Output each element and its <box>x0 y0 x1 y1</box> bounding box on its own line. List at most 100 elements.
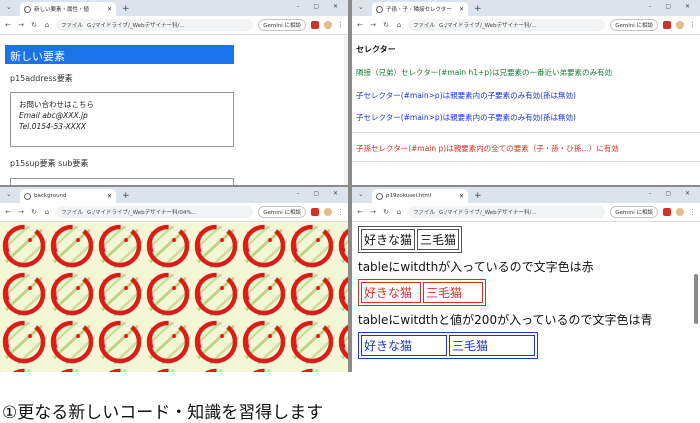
tab-search-icon[interactable]: ⌄ <box>6 3 12 11</box>
globe-icon <box>24 192 31 200</box>
reload-icon[interactable]: ↻ <box>382 21 390 29</box>
tab-close-icon[interactable]: ✕ <box>459 6 464 13</box>
tab-p19zokusei[interactable]: p19zokusei.html ✕ <box>372 189 468 203</box>
menu-icon[interactable]: ⋮ <box>689 21 696 29</box>
cat-avatar-icon[interactable] <box>324 21 332 29</box>
home-icon[interactable]: ⌂ <box>395 208 403 216</box>
table-blue: 好きな猫 三毛猫 <box>358 332 538 359</box>
forward-icon[interactable]: → <box>17 21 25 29</box>
menu-icon[interactable]: ⋮ <box>337 208 344 216</box>
cat-avatar-icon[interactable] <box>324 208 332 216</box>
table-row: 好きな猫 三毛猫 <box>361 335 535 356</box>
tab-close-icon[interactable]: ✕ <box>107 6 112 13</box>
globe-icon <box>24 5 31 13</box>
forward-icon[interactable]: → <box>17 208 25 216</box>
tab-search-icon[interactable]: ⌄ <box>358 3 364 11</box>
forward-icon[interactable]: → <box>369 21 377 29</box>
cat-avatar-icon[interactable] <box>676 208 684 216</box>
table-row: 好きな猫 三毛猫 <box>361 229 460 250</box>
url-text: G:/マイドライブ/_Webデザイナー科/... <box>439 210 537 216</box>
descendant-selector-text: 子孫セレクター(#main p)は親要素内の全ての要素（子・孫・ひ孫…）に有効 <box>352 132 700 162</box>
tab-bar: ⌄ background ✕ + – ▢ ✕ <box>0 187 348 203</box>
table-cell: 好きな猫 <box>361 335 447 356</box>
forward-icon[interactable]: → <box>369 208 377 216</box>
tab-close-icon[interactable]: ✕ <box>107 193 112 200</box>
cat-avatar-icon[interactable] <box>676 21 684 29</box>
tab-close-icon[interactable]: ✕ <box>459 193 464 200</box>
reload-icon[interactable]: ↻ <box>30 21 38 29</box>
address-bar[interactable]: ファイル G:/マイドライブ/_Webデザイナー科/04%... <box>56 206 254 218</box>
tab-search-icon[interactable]: ⌄ <box>6 190 12 198</box>
tab-bar: ⌄ 子孫・子・隣接セレクター ✕ + – ▢ ✕ <box>352 0 700 16</box>
page-content: 好きな猫 三毛猫 tableにwitdthが入っているので文字色は赤 好きな猫 … <box>352 222 700 372</box>
address-bar[interactable]: ファイル G:/マイドライブ/_Webデザイナー科/... <box>56 19 254 31</box>
new-tab-button[interactable]: + <box>474 191 482 201</box>
pdf-extension-icon[interactable] <box>311 21 319 29</box>
reload-icon[interactable]: ↻ <box>30 208 38 216</box>
file-label: ファイル <box>413 210 436 216</box>
page-content: 新しい要素 p15address要素 お問い合わせはこちら Email abc@… <box>0 35 348 185</box>
window-controls[interactable]: – ▢ ✕ <box>648 190 696 197</box>
address-bar[interactable]: ファイル G:/マイドライブ/_Webデザイナー科/... <box>408 206 606 218</box>
scrollbar[interactable] <box>344 35 348 185</box>
tab-selectors[interactable]: 子孫・子・隣接セレクター ✕ <box>372 2 468 16</box>
tab-bar: ⌄ 新しい要素・属性・値 ✕ + – ▢ ✕ <box>0 0 348 16</box>
gemini-button[interactable]: Gemini に相談 <box>258 206 306 218</box>
tab-background[interactable]: background ✕ <box>20 189 116 203</box>
menu-icon[interactable]: ⋮ <box>689 208 696 216</box>
gemini-button[interactable]: Gemini に相談 <box>610 19 658 31</box>
pdf-extension-icon[interactable] <box>663 208 671 216</box>
tab-label: 子孫・子・隣接セレクター <box>386 7 452 13</box>
scrollbar-thumb[interactable] <box>694 274 698 324</box>
tab-label: 新しい要素・属性・値 <box>34 7 90 13</box>
browser-window-table-attributes: ⌄ p19zokusei.html ✕ + – ▢ ✕ ← → ↻ ⌂ ファイル… <box>352 187 700 372</box>
gemini-button[interactable]: Gemini に相談 <box>610 206 658 218</box>
window-controls[interactable]: – ▢ ✕ <box>296 190 344 197</box>
pdf-extension-icon[interactable] <box>311 208 319 216</box>
home-icon[interactable]: ⌂ <box>43 208 51 216</box>
background-pattern <box>0 222 348 372</box>
tab-label: p19zokusei.html <box>386 193 432 199</box>
section-label-sup: p15sup要素 sub要素 <box>10 159 89 168</box>
new-tab-button[interactable]: + <box>474 4 482 14</box>
url-text: G:/マイドライブ/_Webデザイナー科/... <box>87 23 185 29</box>
globe-icon <box>376 192 383 200</box>
new-tab-button[interactable]: + <box>122 4 130 14</box>
new-tab-button[interactable]: + <box>122 191 130 201</box>
table-basic: 好きな猫 三毛猫 <box>358 226 463 253</box>
tab-bar: ⌄ p19zokusei.html ✕ + – ▢ ✕ <box>352 187 700 203</box>
table-cell: 三毛猫 <box>449 335 535 356</box>
screenshot-grid: ⌄ 新しい要素・属性・値 ✕ + – ▢ ✕ ← → ↻ ⌂ ファイル G:/マ… <box>0 0 700 372</box>
child-selector-text: 子セレクター(#main>p)は親要素内の子要素のみ有効(孫は無効) <box>356 91 576 100</box>
section-label-address: p15address要素 <box>10 74 73 83</box>
child-selector-text-2: 子セレクター(#main>p)は親要素内の子要素のみ有効(孫は無効) <box>356 113 576 122</box>
back-icon[interactable]: ← <box>4 208 12 216</box>
table-cell: 三毛猫 <box>417 229 460 250</box>
back-icon[interactable]: ← <box>4 21 12 29</box>
paragraph-width-blue: tableにwitdthと値が200が入っているので文字色は青 <box>358 313 653 327</box>
pdf-extension-icon[interactable] <box>663 21 671 29</box>
tab-search-icon[interactable]: ⌄ <box>358 190 364 198</box>
home-icon[interactable]: ⌂ <box>43 21 51 29</box>
page-content <box>0 222 348 372</box>
back-icon[interactable]: ← <box>356 208 364 216</box>
file-label: ファイル <box>61 23 84 29</box>
home-icon[interactable]: ⌂ <box>395 21 403 29</box>
email-line: Email abc@XXX.jp <box>19 111 88 120</box>
address-bar[interactable]: ファイル G:/マイドライブ/_Webデザイナー科/... <box>408 19 606 31</box>
toolbar: ← → ↻ ⌂ ファイル G:/マイドライブ/_Webデザイナー科/... Ge… <box>352 203 700 222</box>
window-controls[interactable]: – ▢ ✕ <box>296 3 344 10</box>
browser-window-selectors: ⌄ 子孫・子・隣接セレクター ✕ + – ▢ ✕ ← → ↻ ⌂ ファイル G:… <box>352 0 700 185</box>
adjacent-selector-text: 隣接（兄弟）セレクター(#main h1+p)は兄要素の一番近い弟要素のみ有効 <box>356 68 613 77</box>
back-icon[interactable]: ← <box>356 21 364 29</box>
reload-icon[interactable]: ↻ <box>382 208 390 216</box>
table-cell: 好きな猫 <box>361 282 421 303</box>
menu-icon[interactable]: ⋮ <box>337 21 344 29</box>
gemini-button[interactable]: Gemini に相談 <box>258 19 306 31</box>
browser-window-new-elements: ⌄ 新しい要素・属性・値 ✕ + – ▢ ✕ ← → ↻ ⌂ ファイル G:/マ… <box>0 0 348 185</box>
window-controls[interactable]: – ▢ ✕ <box>648 3 696 10</box>
tab-label: background <box>34 193 67 199</box>
address-box: お問い合わせはこちら Email abc@XXX.jp Tel.0154-53-… <box>10 92 234 147</box>
address-line: お問い合わせはこちら <box>19 100 94 109</box>
tab-new-elements[interactable]: 新しい要素・属性・値 ✕ <box>20 2 116 16</box>
